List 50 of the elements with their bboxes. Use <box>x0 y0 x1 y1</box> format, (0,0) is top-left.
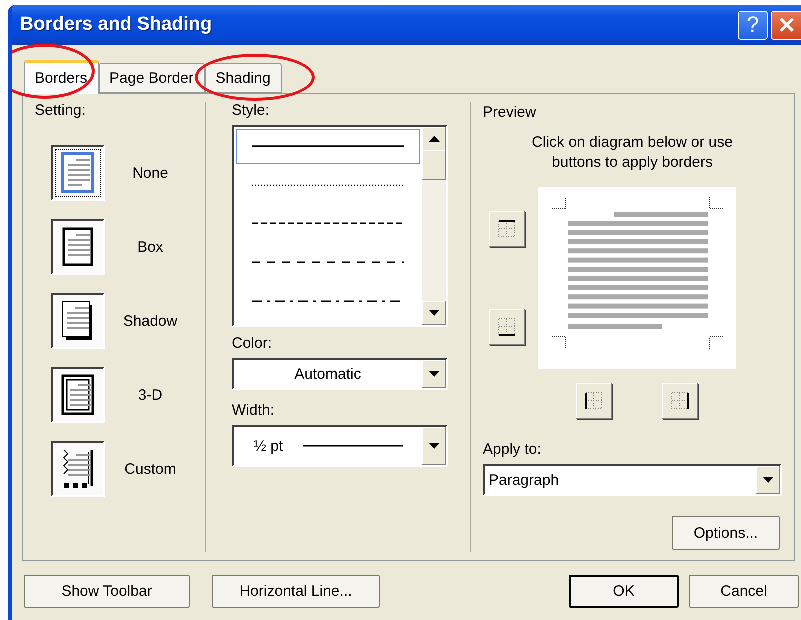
show-toolbar-button[interactable]: Show Toolbar <box>24 575 190 608</box>
setting-label: Setting: <box>35 102 87 119</box>
scroll-up-button[interactable] <box>422 127 446 151</box>
dropdown-button[interactable] <box>422 427 446 465</box>
preview-label: Preview <box>483 104 538 121</box>
help-button[interactable]: ? <box>738 10 768 40</box>
window-title: Borders and Shading <box>20 14 214 36</box>
color-dropdown[interactable]: Automatic <box>232 358 448 390</box>
left-border-button[interactable] <box>576 383 612 419</box>
bottom-border-button[interactable] <box>489 309 525 345</box>
setting-label: Custom <box>124 460 178 478</box>
top-border-button[interactable] <box>489 211 525 247</box>
width-dropdown[interactable]: ½ pt <box>232 425 448 467</box>
setting-option[interactable] <box>51 293 105 349</box>
close-button[interactable] <box>771 10 801 40</box>
options-button[interactable]: Options... <box>672 516 780 550</box>
apply-to-label: Apply to: <box>483 441 542 458</box>
tab[interactable]: Page Border <box>98 63 205 93</box>
style-label: Style: <box>232 102 271 119</box>
tab[interactable]: Shading <box>204 63 282 93</box>
right-border-button[interactable] <box>662 383 698 419</box>
line-style-item[interactable] <box>236 129 420 164</box>
apply-to-dropdown[interactable]: Paragraph <box>483 464 782 496</box>
dialog-button[interactable]: OK <box>569 575 679 608</box>
setting-option[interactable] <box>51 219 105 275</box>
down-arrow-icon <box>428 371 440 377</box>
scroll-down-button[interactable] <box>422 301 446 325</box>
scroll-thumb[interactable] <box>422 150 446 180</box>
setting-label: 3-D <box>137 386 164 404</box>
instructions-text: Click on diagram below or use buttons to apply borders <box>531 133 734 173</box>
scrollbar[interactable] <box>422 127 446 325</box>
setting-option[interactable] <box>51 441 105 497</box>
dropdown-button[interactable] <box>756 466 780 494</box>
close-icon <box>778 17 794 33</box>
up-arrow-icon <box>428 136 440 142</box>
color-label: Color: <box>232 335 274 352</box>
setting-option[interactable] <box>51 145 105 201</box>
horizontal-line-button[interactable]: Horizontal Line... <box>212 575 380 608</box>
dropdown-button[interactable] <box>422 360 446 388</box>
setting-label: None <box>132 164 170 182</box>
down-arrow-icon <box>762 477 774 483</box>
setting-option[interactable] <box>51 367 105 423</box>
setting-label: Box <box>136 238 164 256</box>
style-list[interactable] <box>232 125 448 327</box>
dialog-button[interactable]: Cancel <box>689 575 799 608</box>
width-label: Width: <box>232 402 276 419</box>
tab[interactable]: Borders <box>24 60 99 94</box>
down-arrow-icon <box>428 310 440 316</box>
setting-label: Shadow <box>122 312 179 330</box>
down-arrow-icon <box>428 443 440 449</box>
